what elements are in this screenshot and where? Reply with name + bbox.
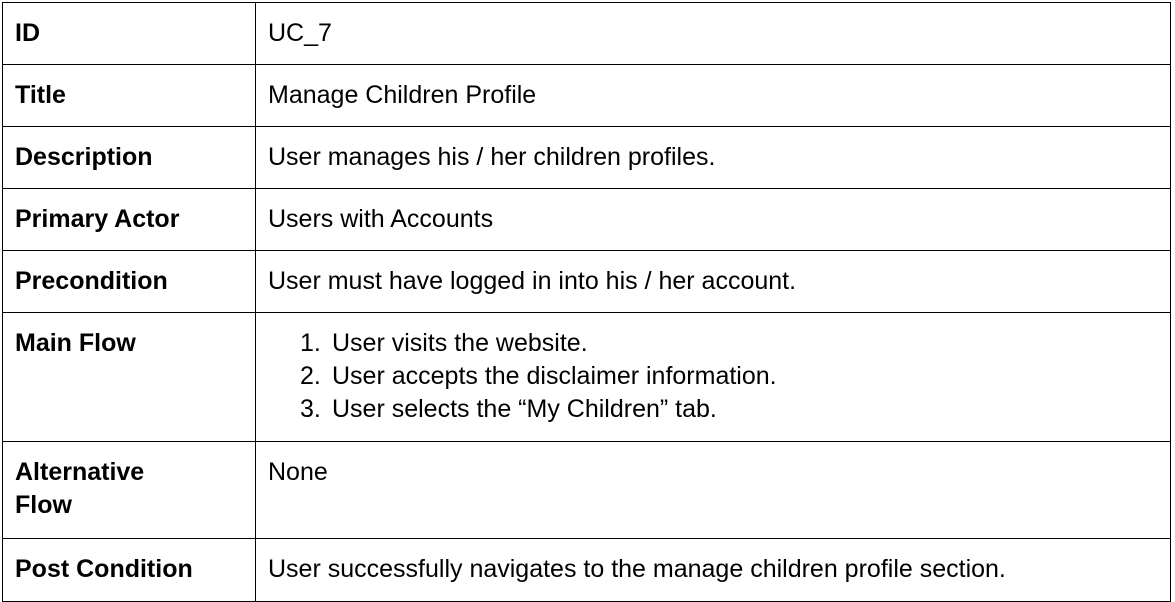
post-condition-label: Post Condition xyxy=(2,538,256,602)
row-post-condition: Post Condition User successfully navigat… xyxy=(2,538,1171,602)
row-primary-actor: Primary Actor Users with Accounts xyxy=(2,188,1171,251)
title-value: Manage Children Profile xyxy=(255,64,1171,127)
row-alternative-flow: Alternative Flow None xyxy=(2,441,1171,539)
flow-step: 1. User visits the website. xyxy=(268,327,1160,360)
flow-step-number: 2. xyxy=(300,362,321,390)
row-description: Description User manages his / her child… xyxy=(2,126,1171,189)
post-condition-value: User successfully navigates to the manag… xyxy=(255,538,1171,602)
use-case-table: ID UC_7 Title Manage Children Profile De… xyxy=(2,2,1171,602)
alternative-flow-label-line2: Flow xyxy=(15,491,72,519)
precondition-label: Precondition xyxy=(2,250,256,313)
primary-actor-value: Users with Accounts xyxy=(255,188,1171,251)
flow-step-text: User accepts the disclaimer information. xyxy=(332,362,777,390)
row-precondition: Precondition User must have logged in in… xyxy=(2,250,1171,313)
alternative-flow-label: Alternative Flow xyxy=(2,441,256,539)
flow-step: 2. User accepts the disclaimer informati… xyxy=(268,360,1160,393)
flow-step-number: 1. xyxy=(300,329,321,357)
description-label: Description xyxy=(2,126,256,189)
row-id: ID UC_7 xyxy=(2,2,1171,65)
flow-step-number: 3. xyxy=(300,395,321,423)
description-value: User manages his / her children profiles… xyxy=(255,126,1171,189)
alternative-flow-value: None xyxy=(255,441,1171,539)
main-flow-label: Main Flow xyxy=(2,312,256,442)
id-label: ID xyxy=(2,2,256,65)
main-flow-value: 1. User visits the website. 2. User acce… xyxy=(255,312,1171,442)
alternative-flow-label-line1: Alternative xyxy=(15,458,145,486)
main-flow-steps: 1. User visits the website. 2. User acce… xyxy=(268,327,1160,426)
precondition-value: User must have logged in into his / her … xyxy=(255,250,1171,313)
flow-step-text: User visits the website. xyxy=(332,329,588,357)
primary-actor-label: Primary Actor xyxy=(2,188,256,251)
flow-step-text: User selects the “My Children” tab. xyxy=(332,395,717,423)
row-main-flow: Main Flow 1. User visits the website. 2.… xyxy=(2,312,1171,442)
flow-step: 3. User selects the “My Children” tab. xyxy=(268,393,1160,426)
id-value: UC_7 xyxy=(255,2,1171,65)
row-title: Title Manage Children Profile xyxy=(2,64,1171,127)
title-label: Title xyxy=(2,64,256,127)
